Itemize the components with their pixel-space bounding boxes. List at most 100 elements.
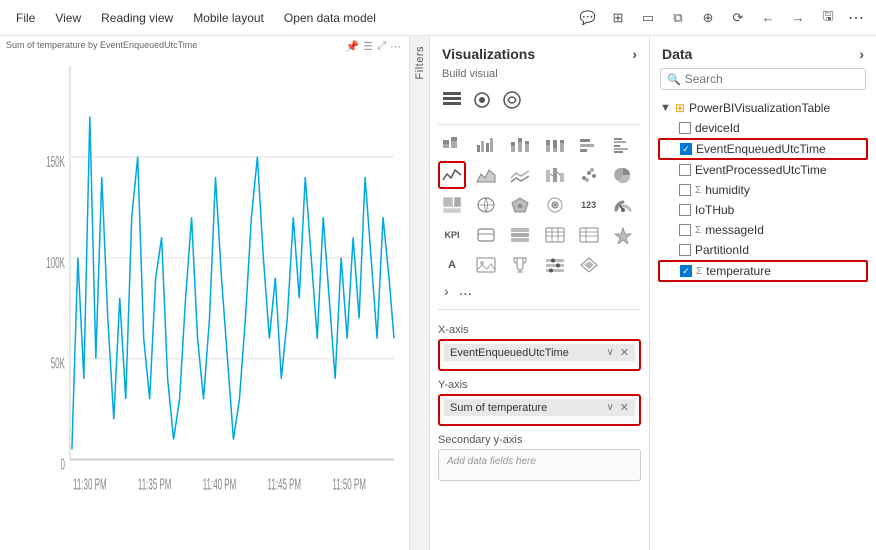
slicer-icon2[interactable] xyxy=(541,251,569,279)
azure-map-icon2[interactable] xyxy=(541,191,569,219)
expand-visuals-icon[interactable]: › xyxy=(438,281,455,301)
table-icon2[interactable] xyxy=(541,221,569,249)
custom-visual-icon[interactable] xyxy=(609,221,637,249)
map-icon[interactable] xyxy=(472,191,500,219)
bar-chart-icon[interactable] xyxy=(575,131,603,159)
table-collapse-icon: ▼ xyxy=(660,102,671,114)
checkbox-temperature[interactable]: ✓ xyxy=(680,265,692,277)
canvas-area[interactable]: Sum of temperature by EventEnqueuedUtcTi… xyxy=(0,36,410,550)
reading-view-menu[interactable]: Reading view xyxy=(93,7,181,29)
svg-text:100K: 100K xyxy=(46,253,65,272)
window-icon[interactable]: ▭ xyxy=(634,4,662,32)
xaxis-close-icon[interactable]: ✕ xyxy=(620,346,629,359)
mobile-layout-menu[interactable]: Mobile layout xyxy=(185,7,272,29)
tree-item-messageId[interactable]: Σ messageId xyxy=(658,220,868,240)
trophy-icon[interactable] xyxy=(506,251,534,279)
undo-icon[interactable]: ← xyxy=(754,4,782,32)
filters-strip: Filters xyxy=(410,36,430,550)
tree-item-IoTHub[interactable]: IoTHub xyxy=(658,200,868,220)
more-visuals-btn[interactable]: ... xyxy=(459,282,472,300)
data-panel-header: Data › xyxy=(650,36,876,68)
xaxis-chevron-icon[interactable]: ∨ xyxy=(606,347,613,358)
redo-icon[interactable]: → xyxy=(784,4,812,32)
pie-chart-icon[interactable] xyxy=(609,161,637,189)
checkbox-IoTHub[interactable] xyxy=(679,204,691,216)
checkbox-messageId[interactable] xyxy=(679,224,691,236)
pin-icon[interactable]: 📌 xyxy=(346,40,360,53)
tree-item-humidity[interactable]: Σ humidity xyxy=(658,180,868,200)
clustered-bar-icon[interactable] xyxy=(609,131,637,159)
card-icon2[interactable] xyxy=(472,221,500,249)
text-box-icon2[interactable]: A xyxy=(438,251,466,279)
stacked-col-icon[interactable] xyxy=(506,131,534,159)
yaxis-chevron-icon[interactable]: ∨ xyxy=(606,402,613,413)
field-name-IoTHub: IoTHub xyxy=(695,203,734,217)
field-name-temperature: temperature xyxy=(706,264,771,278)
copy-icon[interactable]: ⧉ xyxy=(664,4,692,32)
svg-text:11:35 PM: 11:35 PM xyxy=(138,475,172,494)
checkbox-humidity[interactable] xyxy=(679,184,691,196)
search-icon: 🔍 xyxy=(667,73,681,86)
number-card-icon[interactable]: 123 xyxy=(575,191,603,219)
yaxis-close-icon[interactable]: ✕ xyxy=(620,401,629,414)
secondary-yaxis-label: Secondary y-axis xyxy=(438,434,641,446)
clustered-col-icon[interactable] xyxy=(472,131,500,159)
file-menu[interactable]: File xyxy=(8,7,43,29)
comment-icon[interactable]: 💬 xyxy=(574,4,602,32)
checkbox-PartitionId[interactable] xyxy=(679,244,691,256)
xaxis-field-box[interactable]: EventEnqueuedUtcTime ∨ ✕ xyxy=(438,339,641,371)
tree-item-PartitionId[interactable]: PartitionId xyxy=(658,240,868,260)
kpi-icon2[interactable]: KPI xyxy=(438,221,466,249)
menu-bar: File View Reading view Mobile layout Ope… xyxy=(0,0,876,36)
checkbox-EventEnqueuedUtcTime[interactable]: ✓ xyxy=(680,143,692,155)
grid-icon[interactable]: ⊞ xyxy=(604,4,632,32)
checkbox-deviceId[interactable] xyxy=(679,122,691,134)
tree-item-EventEnqueuedUtcTime[interactable]: ✓ EventEnqueuedUtcTime xyxy=(658,138,868,160)
search-input[interactable] xyxy=(685,72,859,86)
focus-icon[interactable]: ⤢ xyxy=(377,40,386,53)
viz-panel-chevron[interactable]: › xyxy=(632,46,637,62)
filled-map-icon2[interactable] xyxy=(506,191,534,219)
matrix-icon2[interactable] xyxy=(575,221,603,249)
data-panel-chevron-icon[interactable]: › xyxy=(859,46,864,62)
table-name: PowerBIVisualizationTable xyxy=(689,101,830,115)
viz-panel-header: Visualizations › xyxy=(430,36,649,66)
100pct-stacked-icon[interactable] xyxy=(541,131,569,159)
field-name-messageId: messageId xyxy=(705,223,764,237)
checkbox-EventProcessedUtcTime[interactable] xyxy=(679,164,691,176)
stacked-bar-icon[interactable] xyxy=(438,131,466,159)
analytics-icon[interactable] xyxy=(498,86,526,114)
filter-icon[interactable]: ☰ xyxy=(363,40,373,53)
open-data-model-menu[interactable]: Open data model xyxy=(276,7,384,29)
tree-item-deviceId[interactable]: deviceId xyxy=(658,118,868,138)
field-name-EventEnqueuedUtcTime: EventEnqueuedUtcTime xyxy=(696,142,826,156)
viz-special-row xyxy=(430,86,649,118)
yaxis-field-box[interactable]: Sum of temperature ∨ ✕ xyxy=(438,394,641,426)
more-menu[interactable]: ⋯ xyxy=(844,8,868,28)
chart-title: Sum of temperature by EventEnqueuedUtcTi… xyxy=(6,40,197,50)
line-chart-selected-icon[interactable] xyxy=(438,161,466,189)
scatter-chart-icon[interactable] xyxy=(575,161,603,189)
format-icon[interactable] xyxy=(468,86,496,114)
table-expand-header[interactable]: ▼ ⊞ PowerBIVisualizationTable xyxy=(658,98,868,118)
treemap-icon2[interactable] xyxy=(438,191,466,219)
save-icon[interactable]: 🖫 xyxy=(814,4,842,32)
refresh-icon[interactable]: ⟳ xyxy=(724,4,752,32)
yaxis-field-tag: Sum of temperature ∨ ✕ xyxy=(444,399,635,416)
search-box: 🔍 xyxy=(660,68,866,90)
multi-row-card-icon2[interactable] xyxy=(506,221,534,249)
expand-icon[interactable]: ⊕ xyxy=(694,4,722,32)
field-list-icon[interactable] xyxy=(438,86,466,114)
ribbon-chart-icon[interactable] xyxy=(541,161,569,189)
line-stacked-icon[interactable] xyxy=(506,161,534,189)
diamond-icon[interactable] xyxy=(575,251,603,279)
more-options-icon[interactable]: ⋯ xyxy=(390,40,401,53)
sigma-humidity-icon: Σ xyxy=(695,185,701,196)
area-chart-icon[interactable] xyxy=(472,161,500,189)
tree-item-temperature[interactable]: ✓ Σ temperature xyxy=(658,260,868,282)
secondary-yaxis-field-box[interactable]: Add data fields here xyxy=(438,449,641,481)
image-icon2[interactable] xyxy=(472,251,500,279)
tree-item-EventProcessedUtcTime[interactable]: EventProcessedUtcTime xyxy=(658,160,868,180)
gauge-icon2[interactable] xyxy=(609,191,637,219)
view-menu[interactable]: View xyxy=(47,7,89,29)
